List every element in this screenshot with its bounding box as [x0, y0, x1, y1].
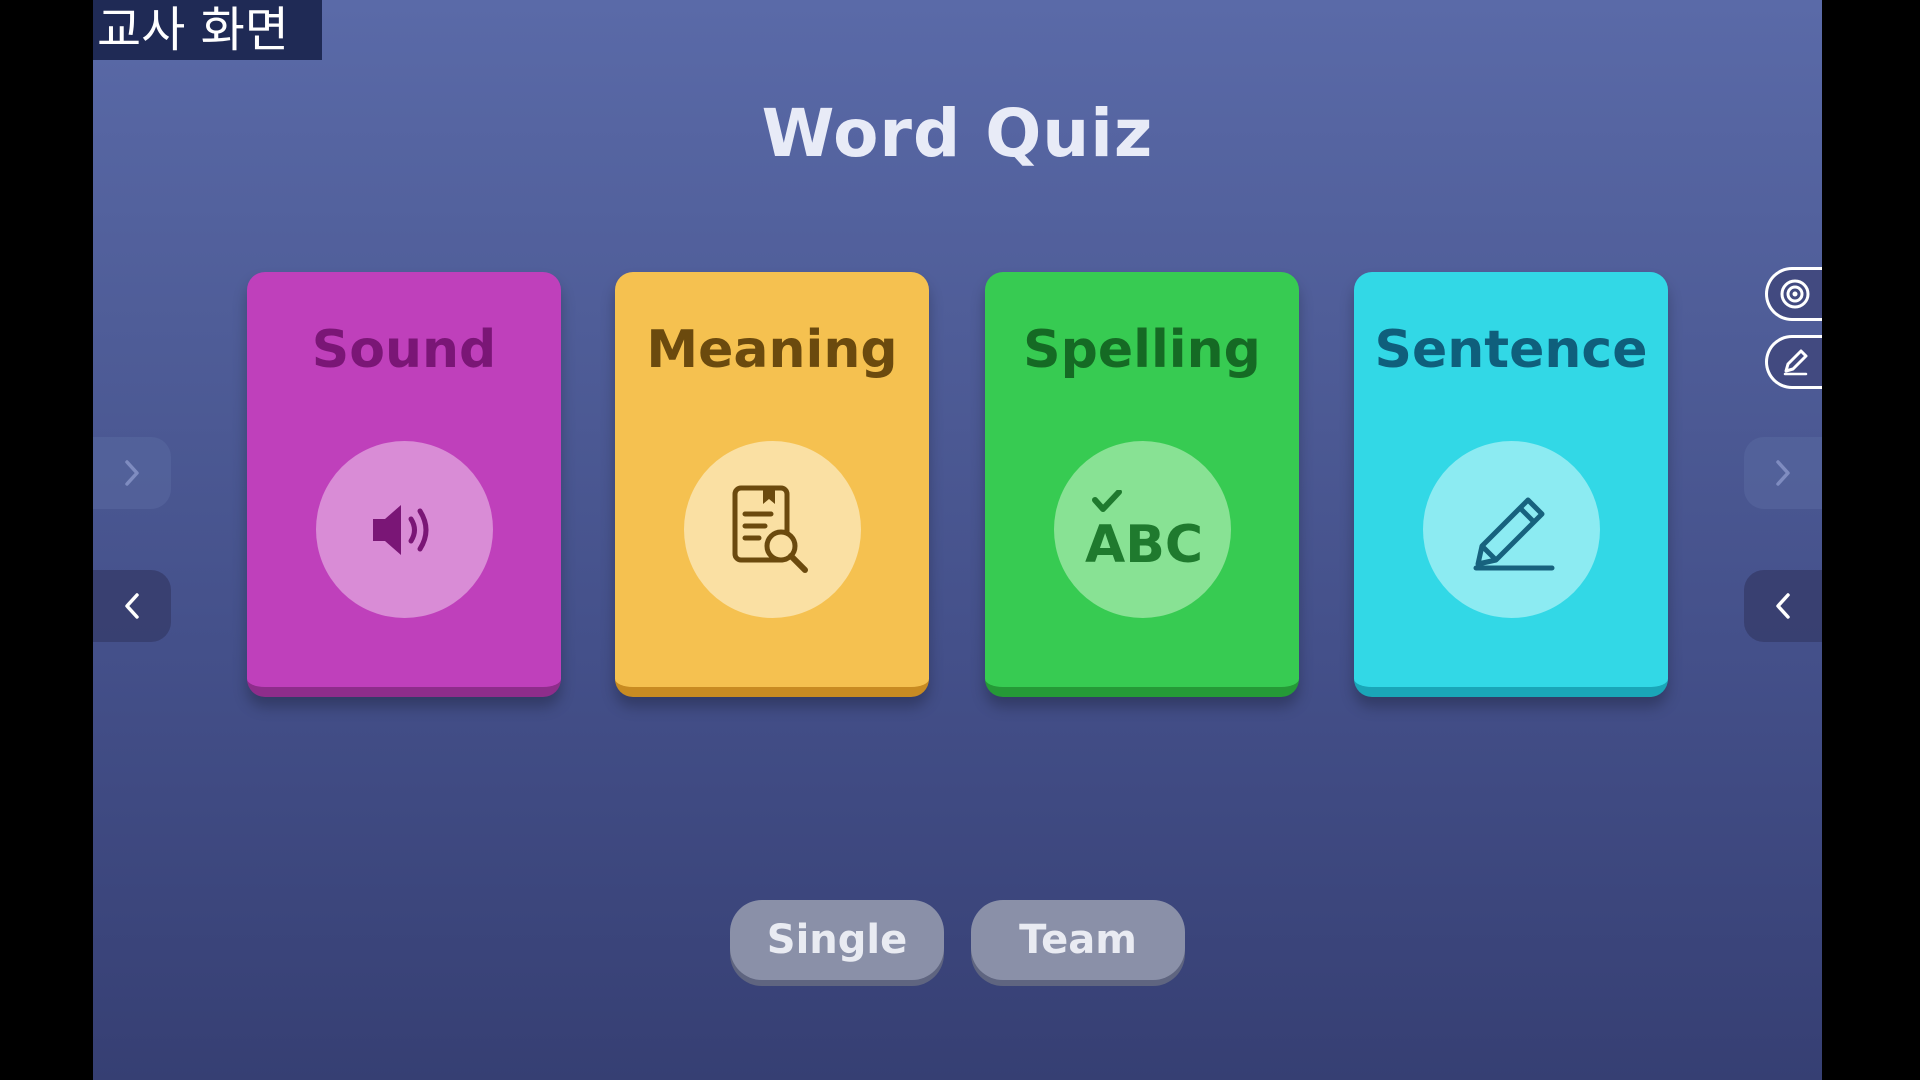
- teacher-screen-caption: 교사 화면: [93, 0, 322, 60]
- single-mode-button[interactable]: Single: [730, 900, 944, 980]
- pen-icon: [1783, 349, 1808, 376]
- sound-card-icon-circle: [316, 441, 493, 618]
- meaning-card[interactable]: Meaning: [615, 272, 929, 697]
- svg-text:ABC: ABC: [1085, 515, 1203, 570]
- meaning-card-icon-circle: [684, 441, 861, 618]
- next-page-button-left[interactable]: [93, 437, 171, 509]
- spelling-card-label: Spelling: [1023, 320, 1261, 380]
- target-tool-button[interactable]: [1765, 267, 1822, 321]
- next-page-button-right[interactable]: [1744, 437, 1822, 509]
- prev-page-button-right[interactable]: [1744, 570, 1822, 642]
- meaning-card-label: Meaning: [646, 320, 898, 380]
- team-mode-button[interactable]: Team: [971, 900, 1185, 980]
- sound-card-label: Sound: [311, 320, 497, 380]
- chevron-right-icon: [1776, 460, 1790, 486]
- speaker-icon: [372, 504, 428, 555]
- document-search-icon: [732, 485, 808, 573]
- chevron-right-icon: [125, 460, 139, 486]
- spelling-card[interactable]: Spelling ABC: [985, 272, 1299, 697]
- pen-tool-button[interactable]: [1765, 335, 1822, 389]
- sentence-card-label: Sentence: [1374, 320, 1648, 380]
- sound-card[interactable]: Sound: [247, 272, 561, 697]
- quiz-stage: Word Quiz Sound Meaning Spelling ABC Sen…: [93, 0, 1822, 1080]
- target-icon: [1780, 279, 1810, 309]
- abc-check-icon: ABC: [1085, 489, 1203, 570]
- pencil-icon: [1473, 497, 1554, 570]
- spelling-card-icon-circle: ABC: [1054, 441, 1231, 618]
- chevron-left-icon: [125, 593, 139, 619]
- chevron-left-icon: [1776, 593, 1790, 619]
- sentence-card[interactable]: Sentence: [1354, 272, 1668, 697]
- page-title: Word Quiz: [761, 95, 1154, 172]
- prev-page-button-left[interactable]: [93, 570, 171, 642]
- sentence-card-icon-circle: [1423, 441, 1600, 618]
